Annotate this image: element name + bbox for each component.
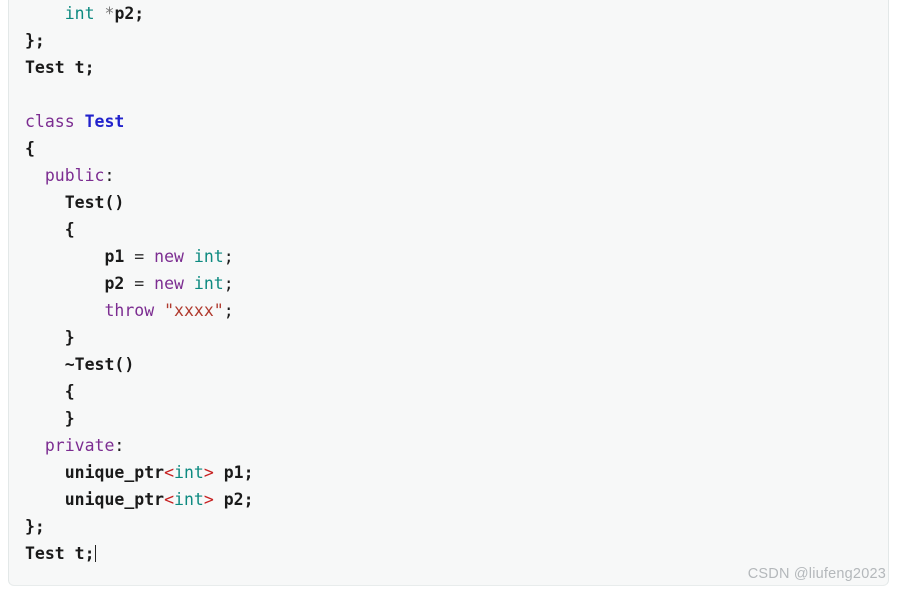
code-line: ~Test() [9,351,888,378]
code-token-plain: unique_ptr [64,463,165,482]
code-token-plain: }; [25,517,45,536]
code-token-kw: private [44,436,115,455]
code-token-plain: { [64,382,75,401]
code-token-punct: ; [223,247,234,266]
code-token-plain: Test t; [25,58,95,77]
code-token-type: int [193,274,224,293]
code-token-plain: ~Test() [64,355,135,374]
code-token-plain: p2 [104,274,135,293]
code-line: Test() [9,189,888,216]
code-line: }; [9,27,888,54]
code-line: private: [9,432,888,459]
code-line: Test t; [9,54,888,81]
code-line: p2 = new int; [9,270,888,297]
code-token-punct: ; [223,274,234,293]
code-token-plain: Test() [64,193,125,212]
code-line: Test t; [9,540,888,567]
code-token-plain: } [64,409,75,428]
code-line: { [9,216,888,243]
code-token-plain: Test t; [25,544,95,563]
code-token-cls: Test [84,112,125,131]
code-token-angle: > [203,490,214,509]
code-line: p1 = new int; [9,243,888,270]
code-token-angle: < [164,490,175,509]
code-token-punct: : [114,436,125,455]
code-line: { [9,378,888,405]
code-content[interactable]: int *p2;}; Test t; class Test{ public: Te… [9,0,888,567]
code-line: throw "xxxx"; [9,297,888,324]
code-token-punct: : [104,166,115,185]
code-line: }; [9,513,888,540]
code-token-type: int [174,490,204,509]
code-token-kw: public [44,166,105,185]
code-token-plain: } [64,328,75,347]
code-token-kw: throw [104,301,155,320]
code-token-angle: < [164,463,175,482]
code-token-plain: unique_ptr [64,490,165,509]
code-token-angle: > [203,463,214,482]
code-token-kw: new [154,247,184,266]
code-line: { [9,135,888,162]
code-token-plain: { [64,220,75,239]
code-token-plain: p2; [114,4,145,23]
code-token-kw: class [25,112,75,131]
code-line: int *p2; [9,0,888,27]
code-token-op: = [134,274,145,293]
code-line: unique_ptr<int> p1; [9,459,888,486]
code-token-plain: { [25,139,35,158]
code-token-type: int [174,463,204,482]
code-scroll-area[interactable]: int *p2;}; Test t; class Test{ public: Te… [9,0,888,585]
code-token-type: int [64,4,95,23]
code-token-punct: ; [223,301,234,320]
code-token-op: = [134,247,145,266]
code-token-plain: p1; [213,463,254,482]
code-block-card: int *p2;}; Test t; class Test{ public: Te… [8,0,889,586]
screenshot-root: int *p2;}; Test t; class Test{ public: Te… [0,0,900,594]
code-token-plain: p2; [213,490,254,509]
code-token-plain: }; [25,31,45,50]
csdn-watermark: CSDN @liufeng2023 [747,566,886,582]
code-token-star: * [104,4,115,23]
text-cursor-caret [94,545,96,562]
code-line: public: [9,162,888,189]
code-line: unique_ptr<int> p2; [9,486,888,513]
code-token-str: "xxxx" [164,301,224,320]
code-line: class Test [9,108,888,135]
code-token-plain: p1 [104,247,135,266]
code-line: } [9,405,888,432]
code-line: } [9,324,888,351]
code-token-kw: new [154,274,184,293]
code-token-type: int [193,247,224,266]
